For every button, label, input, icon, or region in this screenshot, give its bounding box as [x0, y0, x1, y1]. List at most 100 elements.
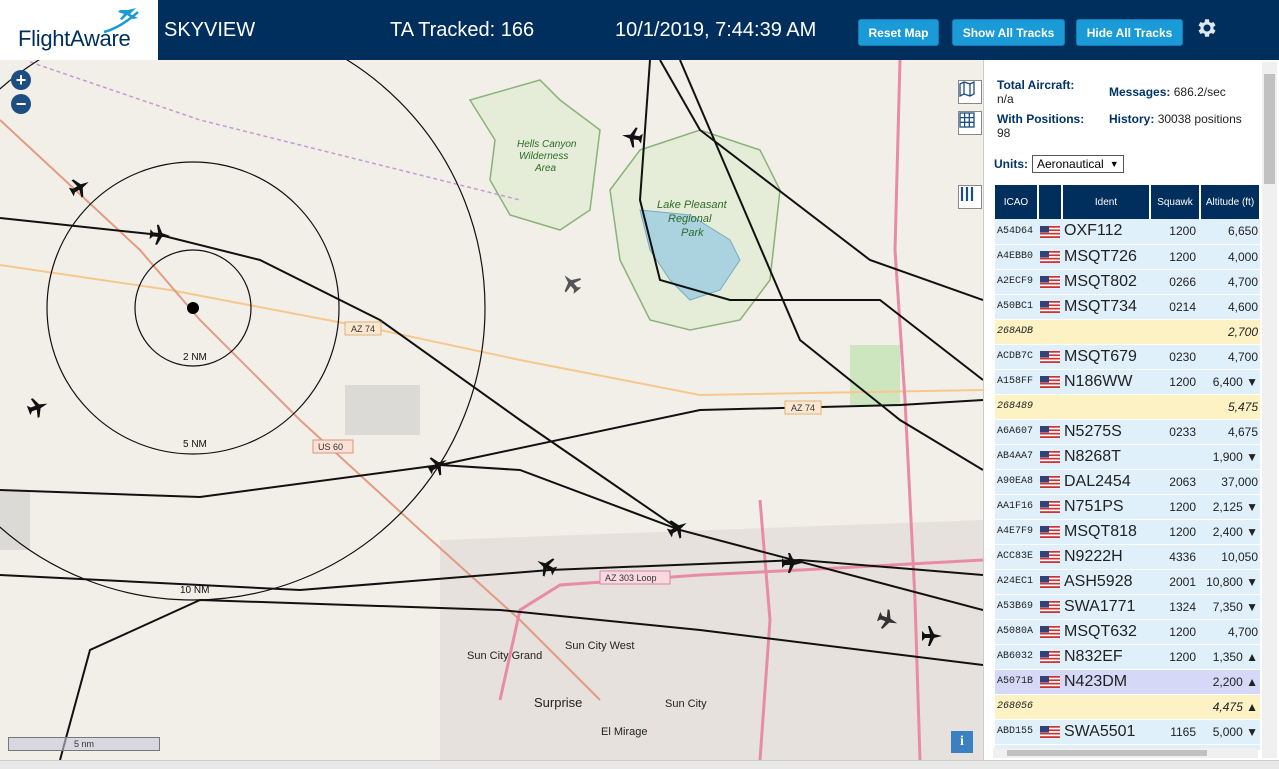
table-row[interactable]: A5071B N423DM 2,200 ▲ [995, 669, 1260, 695]
us-flag-icon [1040, 526, 1060, 539]
cell-flag [1038, 569, 1062, 595]
table-row[interactable]: ABD155 SWA5501 1165 5,000 ▼ [995, 719, 1260, 745]
cell-icao: A53B69 [995, 594, 1038, 620]
table-row[interactable]: A53B69 SWA1771 1324 7,350 ▼ [995, 594, 1260, 620]
cell-flag [1038, 694, 1062, 720]
cell-icao: A2ECF9 [995, 269, 1038, 295]
app-title: SKYVIEW [164, 19, 256, 41]
reset-map-button[interactable]: Reset Map [858, 19, 939, 46]
cell-icao: AB6032 [995, 644, 1038, 670]
show-all-tracks-button[interactable]: Show All Tracks [952, 19, 1065, 46]
place-label: Area [534, 163, 557, 174]
table-row[interactable]: 268056 4,475 ▲ [995, 694, 1260, 720]
table-row[interactable]: AA1F16 N751PS 1200 2,125 ▼ [995, 494, 1260, 520]
place-label: Sun City [665, 698, 707, 710]
table-row[interactable]: A54D64 OXF112 1200 6,650 [995, 219, 1260, 245]
bottom-strip [0, 760, 1279, 769]
cell-altitude: 2,125 ▼ [1200, 494, 1260, 520]
range-label-10nm: 10 NM [180, 585, 209, 596]
table-row[interactable]: A4EBB0 MSQT726 1200 4,000 [995, 244, 1260, 270]
cell-ident: ASH5928 [1062, 569, 1150, 595]
map-layers-button[interactable] [958, 80, 982, 104]
cell-altitude: 5,000 ▼ [1200, 719, 1260, 745]
scrollbar-thumb[interactable] [1264, 74, 1275, 184]
table-row[interactable]: ACDB7C MSQT679 0230 4,700 [995, 344, 1260, 370]
cell-ident: N832EF [1062, 644, 1150, 670]
cell-altitude: 4,000 [1200, 244, 1260, 270]
table-row[interactable]: A50BC1 MSQT734 0214 4,600 [995, 294, 1260, 320]
map-view[interactable]: 2 NM 5 NM 10 NM Hells Canyon Wilderness … [0, 60, 983, 760]
cell-flag [1038, 244, 1062, 270]
cell-icao: A6A607 [995, 419, 1038, 445]
cell-altitude: 7,350 ▼ [1200, 594, 1260, 620]
cell-icao: A50BC1 [995, 294, 1038, 320]
cell-altitude: 1,900 ▼ [1200, 444, 1260, 470]
units-select[interactable]: Aeronautical ▼ [1032, 155, 1124, 173]
cell-ident: N423DM [1062, 669, 1150, 695]
cell-squawk [1150, 319, 1200, 345]
map-canvas[interactable]: 2 NM 5 NM 10 NM Hells Canyon Wilderness … [0, 60, 983, 760]
us-flag-icon [1040, 301, 1060, 314]
info-button[interactable]: i [951, 731, 973, 753]
place-label: Regional [668, 213, 712, 225]
table-row[interactable]: A4E7F9 MSQT818 1200 2,400 ▼ [995, 519, 1260, 545]
tracked-count: TA Tracked: 166 [390, 19, 535, 41]
table-row[interactable]: AB6032 N832EF 1200 1,350 ▲ [995, 644, 1260, 670]
table-row[interactable]: AB4AA7 N8268T 1,900 ▼ [995, 444, 1260, 470]
cell-squawk: 4336 [1150, 544, 1200, 570]
cell-flag [1038, 594, 1062, 620]
zoom-out-button[interactable]: − [11, 94, 31, 114]
table-horizontal-scrollbar[interactable] [993, 748, 1258, 758]
table-row[interactable]: A158FF N186WW 1200 6,400 ▼ [995, 369, 1260, 395]
table-row[interactable]: A5080A MSQT632 1200 4,700 [995, 619, 1260, 645]
table-row[interactable]: 268489 5,475 [995, 394, 1260, 420]
aircraft-table: ICAO Ident Squawk Altitude (ft) A54D64 OX… [995, 185, 1260, 750]
cell-flag [1038, 519, 1062, 545]
cell-icao: 268489 [995, 394, 1038, 420]
column-header-squawk[interactable]: Squawk [1150, 185, 1201, 219]
sidebar-scrollbar[interactable] [1262, 62, 1277, 758]
top-header: FlightAware SKYVIEW TA Tracked: 166 10/1… [0, 0, 1279, 60]
column-header-altitude[interactable]: Altitude (ft) [1200, 185, 1260, 219]
cell-altitude: 4,700 [1200, 619, 1260, 645]
cell-altitude: 4,700 [1200, 344, 1260, 370]
cell-ident: MSQT679 [1062, 344, 1150, 370]
cell-ident: N8268T [1062, 444, 1150, 470]
place-label: Sun City West [565, 640, 635, 652]
table-row[interactable]: A24EC1 ASH5928 2001 10,800 ▼ [995, 569, 1260, 595]
cell-flag [1038, 369, 1062, 395]
columns-toggle-button[interactable] [958, 185, 982, 209]
cell-ident [1062, 319, 1150, 345]
scrollbar-thumb[interactable] [1007, 750, 1207, 756]
zoom-in-button[interactable]: + [11, 70, 31, 90]
table-row[interactable]: ACC83E N9222H 4336 10,050 [995, 544, 1260, 570]
hide-all-tracks-button[interactable]: Hide All Tracks [1076, 19, 1183, 46]
cell-squawk: 1324 [1150, 594, 1200, 620]
cell-altitude: 37,000 [1200, 469, 1260, 495]
cell-squawk: 2001 [1150, 569, 1200, 595]
grid-button[interactable] [958, 111, 982, 135]
road-label: AZ 74 [351, 324, 375, 334]
cell-flag [1038, 319, 1062, 345]
cell-ident: MSQT818 [1062, 519, 1150, 545]
cell-flag [1038, 344, 1062, 370]
cell-flag [1038, 469, 1062, 495]
table-row[interactable]: A90EA8 DAL2454 2063 37,000 [995, 469, 1260, 495]
cell-squawk: 0266 [1150, 269, 1200, 295]
table-row[interactable]: A6A607 N5275S 0233 4,675 [995, 419, 1260, 445]
us-flag-icon [1040, 676, 1060, 689]
cell-altitude: 2,200 ▲ [1200, 669, 1260, 695]
table-row[interactable]: A2ECF9 MSQT802 0266 4,700 [995, 269, 1260, 295]
flightaware-logo[interactable]: FlightAware [0, 0, 158, 60]
column-header-flag[interactable] [1038, 185, 1063, 219]
units-label: Units: [994, 157, 1028, 171]
logo-text: FlightAware [18, 26, 131, 51]
boundary-line [29, 61, 521, 201]
gear-icon[interactable] [1194, 16, 1218, 40]
receiver-site-icon [187, 302, 199, 314]
table-row[interactable]: 268ADB 2,700 [995, 319, 1260, 345]
column-header-ident[interactable]: Ident [1062, 185, 1151, 219]
cell-ident: N5275S [1062, 419, 1150, 445]
cell-squawk: 1200 [1150, 494, 1200, 520]
column-header-icao[interactable]: ICAO [995, 185, 1039, 219]
